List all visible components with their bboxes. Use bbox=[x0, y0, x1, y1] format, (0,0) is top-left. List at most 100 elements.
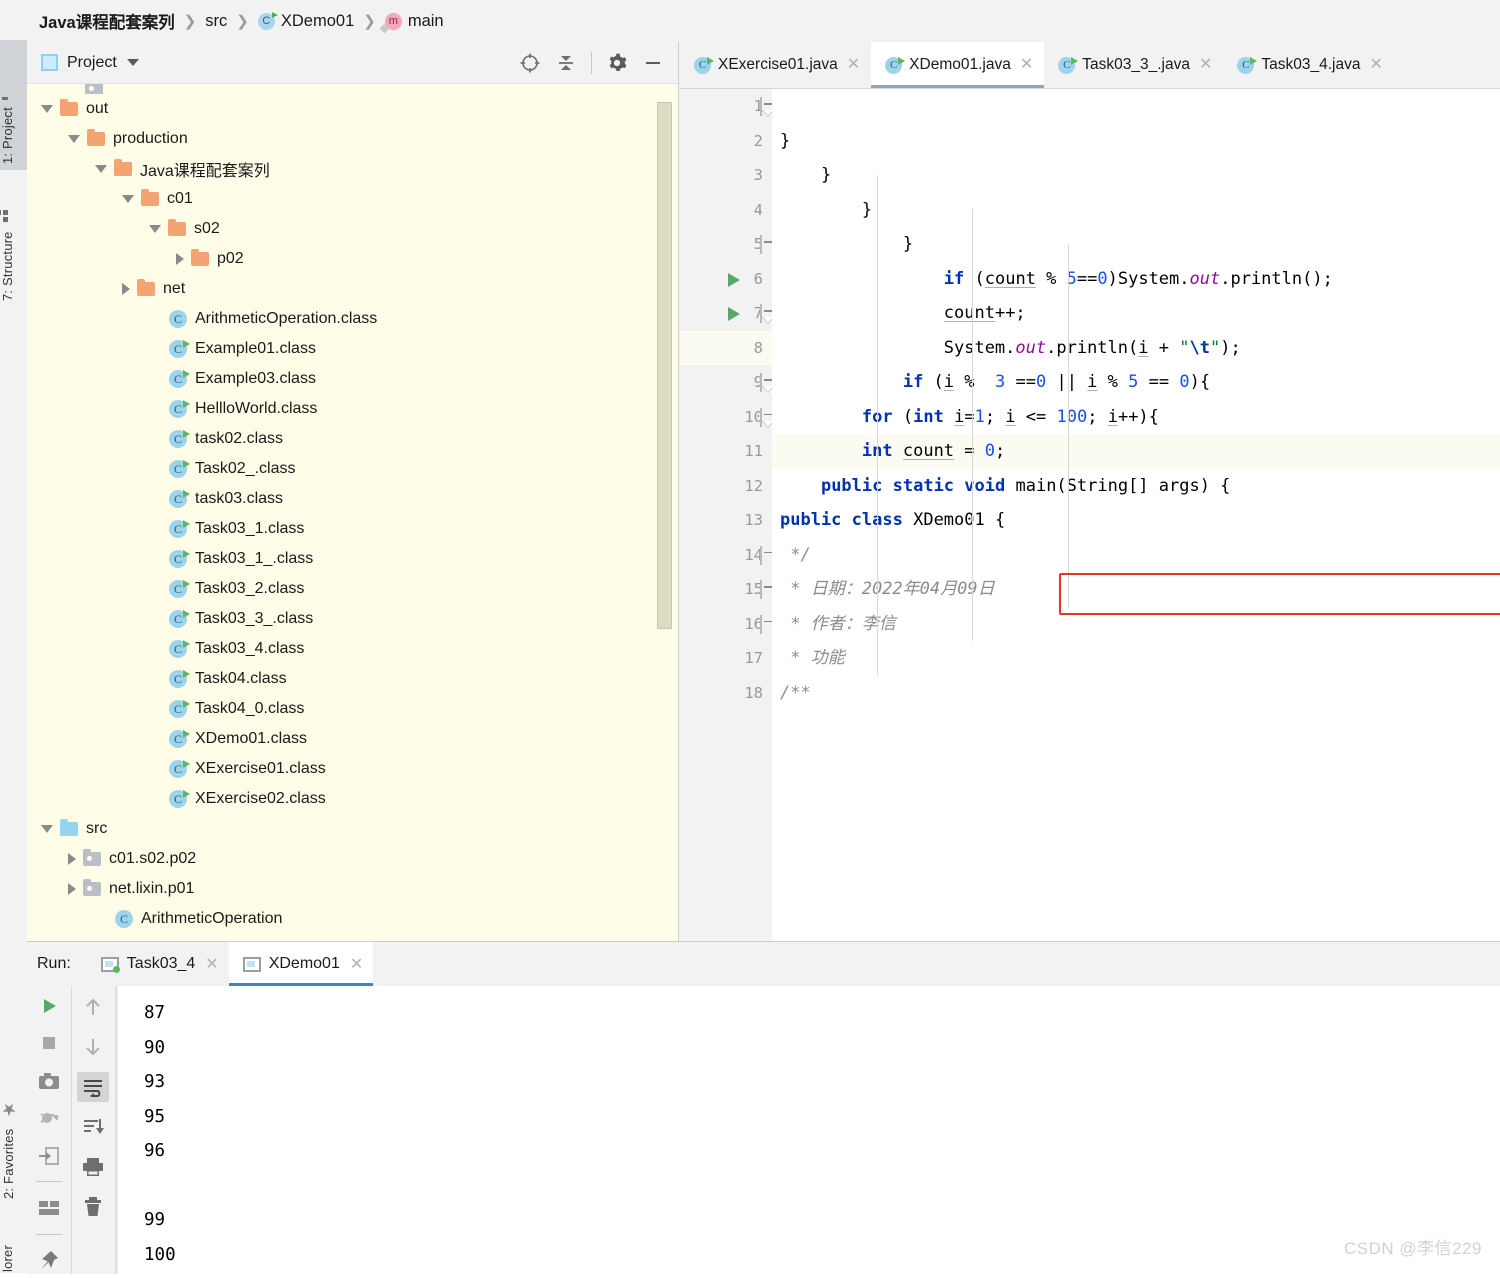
debug-icon[interactable] bbox=[33, 1104, 65, 1131]
tree-row[interactable]: C Example01.class bbox=[27, 334, 678, 364]
code-line[interactable]: int count = 0; bbox=[772, 434, 1500, 469]
code-line[interactable]: /** bbox=[772, 676, 1500, 711]
up-arrow-icon[interactable] bbox=[77, 992, 109, 1022]
tree-row[interactable]: net.lixin.p01 bbox=[27, 874, 678, 904]
tree-toggle-down-icon[interactable] bbox=[95, 165, 107, 173]
code-line[interactable]: if (i % 3 ==0 || i % 5 == 0){ bbox=[772, 365, 1500, 400]
editor-gutter[interactable]: 1 2 3 4 5 6 7 8 9 10 11 12 13 14 15 16 17 18 bbox=[680, 89, 774, 942]
tree-row[interactable]: src bbox=[27, 814, 678, 844]
code-line[interactable]: if (count % 5==0)System.out.println(); bbox=[772, 262, 1500, 297]
tree-row[interactable]: C Task04_0.class bbox=[27, 694, 678, 724]
editor-tab[interactable]: C Task03_4.java ✕ bbox=[1223, 42, 1394, 88]
console-output[interactable]: 87 90 93 95 96 99 100 bbox=[116, 986, 1500, 1274]
code-line[interactable]: System.out.println(i + "\t"); bbox=[772, 331, 1500, 366]
breadcrumb-item-method[interactable]: m main bbox=[384, 12, 444, 31]
tree-row[interactable]: s02 bbox=[27, 214, 678, 244]
close-icon[interactable]: ✕ bbox=[1369, 57, 1382, 73]
sidebar-tab-project[interactable]: 1: Project bbox=[0, 40, 27, 170]
soft-wrap-icon[interactable] bbox=[77, 1072, 110, 1102]
editor-tab[interactable]: C Task03_3_.java ✕ bbox=[1044, 42, 1223, 88]
project-tree[interactable]: out production Java课程配套案列 c01 s02 p02 net C Arit… bbox=[27, 84, 678, 941]
code-line[interactable] bbox=[772, 89, 1500, 124]
tree-row[interactable]: C XDemo01.class bbox=[27, 724, 678, 754]
close-icon[interactable]: ✕ bbox=[350, 954, 363, 974]
code-line[interactable]: * 作者：李信 bbox=[772, 607, 1500, 642]
locate-icon[interactable] bbox=[519, 52, 541, 74]
console-scrollbar[interactable] bbox=[116, 986, 118, 1274]
editor-tab[interactable]: C XExercise01.java ✕ bbox=[680, 42, 871, 88]
code-editor[interactable]: 1 2 3 4 5 6 7 8 9 10 11 12 13 14 15 16 17 18 } } } } if (… bbox=[680, 89, 1500, 942]
tree-row[interactable]: production bbox=[27, 124, 678, 154]
tree-toggle-down-icon[interactable] bbox=[122, 195, 134, 203]
tree-row[interactable]: p02 bbox=[27, 244, 678, 274]
tree-toggle-right-icon[interactable] bbox=[122, 283, 130, 295]
sidebar-tab-explorer[interactable]: lorer bbox=[0, 1232, 27, 1278]
code-line[interactable]: } bbox=[772, 124, 1500, 159]
chevron-down-icon[interactable] bbox=[126, 59, 139, 66]
code-line[interactable]: * 功能 bbox=[772, 641, 1500, 676]
tree-row[interactable]: C XExercise02.class bbox=[27, 784, 678, 814]
close-icon[interactable]: ✕ bbox=[1020, 57, 1033, 73]
gutter-run-icon[interactable] bbox=[728, 272, 740, 287]
tree-row[interactable]: c01 bbox=[27, 184, 678, 214]
close-icon[interactable]: ✕ bbox=[847, 57, 860, 73]
code-line[interactable]: * 日期：2022年04月09日 bbox=[772, 572, 1500, 607]
down-arrow-icon[interactable] bbox=[77, 1032, 109, 1062]
pin-icon[interactable] bbox=[33, 1247, 65, 1274]
breadcrumb-item-class[interactable]: C XDemo01 bbox=[257, 11, 354, 31]
code-lines[interactable]: } } } } if (count % 5==0)System.out.prin… bbox=[772, 89, 1500, 942]
tree-row[interactable]: C Example03.class bbox=[27, 364, 678, 394]
run-tab-task03-4[interactable]: Task03_4 ✕ bbox=[87, 942, 229, 986]
tree-toggle-down-icon[interactable] bbox=[68, 135, 80, 143]
code-line[interactable]: } bbox=[772, 158, 1500, 193]
export-icon[interactable] bbox=[33, 1142, 65, 1169]
tree-toggle-right-icon[interactable] bbox=[68, 853, 76, 865]
tree-row[interactable]: net bbox=[27, 274, 678, 304]
tree-toggle-right-icon[interactable] bbox=[68, 883, 76, 895]
editor-tab[interactable]: C XDemo01.java ✕ bbox=[871, 42, 1045, 88]
code-line[interactable]: public class XDemo01 { bbox=[772, 503, 1500, 538]
tree-row[interactable]: C Task03_3_.class bbox=[27, 604, 678, 634]
run-tab-xdemo01[interactable]: XDemo01 ✕ bbox=[228, 942, 374, 986]
tree-row[interactable]: C Task03_1.class bbox=[27, 514, 678, 544]
code-line[interactable]: count++; bbox=[772, 296, 1500, 331]
close-icon[interactable]: ✕ bbox=[205, 954, 218, 974]
tree-row[interactable]: C XExercise01.class bbox=[27, 754, 678, 784]
tree-row[interactable]: Ctask02.class bbox=[27, 424, 678, 454]
tree-toggle-right-icon[interactable] bbox=[176, 253, 184, 265]
close-icon[interactable]: ✕ bbox=[1199, 57, 1212, 73]
stop-icon[interactable] bbox=[33, 1029, 65, 1056]
tree-row[interactable]: c01.s02.p02 bbox=[27, 844, 678, 874]
scroll-to-end-icon[interactable] bbox=[77, 1112, 109, 1142]
tree-row[interactable]: C Task02_.class bbox=[27, 454, 678, 484]
tree-toggle-down-icon[interactable] bbox=[149, 225, 161, 233]
layout-icon[interactable] bbox=[33, 1194, 65, 1221]
tree-toggle-down-icon[interactable] bbox=[41, 105, 53, 113]
gutter-run-icon[interactable] bbox=[728, 307, 740, 321]
tree-row[interactable]: out bbox=[27, 94, 678, 124]
code-line[interactable]: } bbox=[772, 193, 1500, 228]
tree-row[interactable]: Java课程配套案列 bbox=[27, 154, 678, 184]
camera-icon[interactable] bbox=[33, 1067, 65, 1094]
tree-toggle-down-icon[interactable] bbox=[41, 825, 53, 833]
tree-row[interactable]: C ArithmeticOperation.class bbox=[27, 304, 678, 334]
trash-icon[interactable] bbox=[77, 1192, 109, 1222]
code-line[interactable]: */ bbox=[772, 538, 1500, 573]
print-icon[interactable] bbox=[77, 1152, 109, 1182]
tree-row[interactable]: Ctask03.class bbox=[27, 484, 678, 514]
minimize-icon[interactable] bbox=[642, 52, 664, 74]
code-line[interactable]: } bbox=[772, 227, 1500, 262]
project-tree-scrollbar[interactable] bbox=[657, 102, 672, 629]
tree-row[interactable]: C Task03_1_.class bbox=[27, 544, 678, 574]
settings-gear-icon[interactable] bbox=[606, 52, 628, 74]
tree-row[interactable]: C HellloWorld.class bbox=[27, 394, 678, 424]
breadcrumb-item-src[interactable]: src bbox=[205, 12, 227, 31]
tree-row[interactable]: C ArithmeticOperation bbox=[27, 904, 678, 934]
code-line[interactable]: for (int i=1; i <= 100; i++){ bbox=[772, 400, 1500, 435]
tree-row[interactable]: C Task03_2.class bbox=[27, 574, 678, 604]
project-panel-title[interactable]: Project bbox=[41, 54, 139, 72]
sidebar-tab-structure[interactable]: 7: Structure bbox=[0, 182, 27, 307]
rerun-icon[interactable] bbox=[33, 992, 65, 1019]
breadcrumb-item-project[interactable]: Java课程配套案列 bbox=[39, 9, 175, 33]
code-line[interactable]: public static void main(String[] args) { bbox=[772, 469, 1500, 504]
